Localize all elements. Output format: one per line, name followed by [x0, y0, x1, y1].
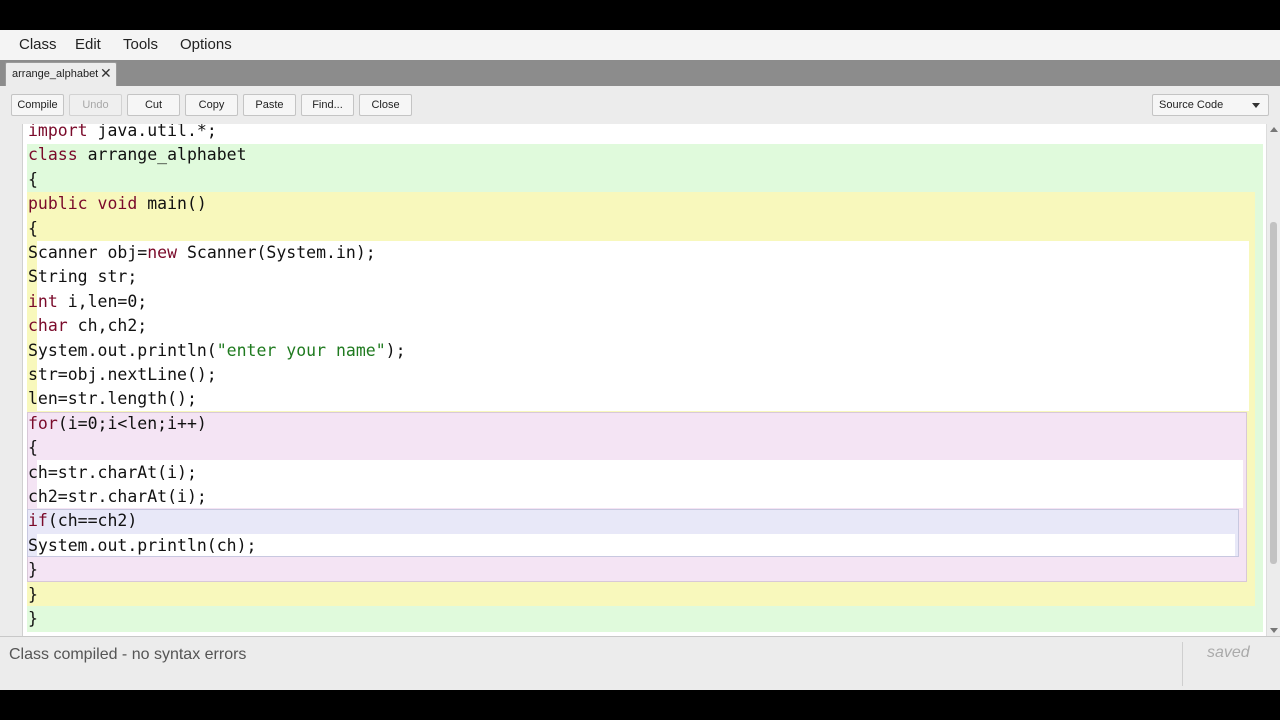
vertical-scrollbar[interactable]: [1266, 124, 1280, 636]
keyword-token: if: [28, 511, 48, 531]
code-token: System.out.println(: [28, 340, 217, 360]
find-button[interactable]: Find...: [301, 94, 354, 116]
code-token: java.util.*;: [87, 124, 217, 140]
keyword-token: for: [28, 413, 58, 433]
cut-button[interactable]: Cut: [127, 94, 180, 116]
code-line[interactable]: import java.util.*;: [28, 124, 217, 143]
code-line[interactable]: System.out.println("enter your name");: [28, 339, 406, 363]
keyword-token: public: [28, 194, 88, 214]
code-line[interactable]: {: [28, 436, 38, 460]
scroll-up-icon[interactable]: [1270, 127, 1278, 132]
code-line[interactable]: char ch,ch2;: [28, 314, 147, 338]
toolbar: Compile Undo Cut Copy Paste Find... Clos…: [0, 86, 1280, 124]
code-line[interactable]: if(ch==ch2): [28, 509, 137, 533]
code-token: str=obj.nextLine();: [28, 365, 217, 384]
code-token: }: [28, 560, 38, 580]
tab-label: arrange_alphabet: [12, 68, 99, 80]
code-line[interactable]: len=str.length();: [28, 387, 197, 411]
keyword-token: import: [28, 124, 88, 140]
code-token: i,len=0;: [57, 291, 148, 311]
scroll-down-icon[interactable]: [1270, 628, 1278, 633]
code-line[interactable]: String str;: [28, 265, 137, 289]
close-button[interactable]: Close: [359, 94, 412, 116]
chevron-down-icon: [1252, 103, 1260, 108]
paste-button[interactable]: Paste: [243, 94, 296, 116]
method-body: [37, 241, 1249, 411]
status-divider: [1182, 642, 1183, 686]
keyword-token: void: [97, 194, 138, 214]
code-token: (i=0;i<len;i++): [57, 413, 207, 433]
saved-indicator: saved: [1207, 644, 1250, 661]
compile-status-message: Class compiled - no syntax errors: [9, 646, 247, 663]
code-token: len=str.length();: [28, 389, 197, 409]
code-line[interactable]: public void main(): [28, 192, 207, 216]
keyword-token: int: [28, 291, 58, 311]
code-token: {: [28, 169, 38, 189]
code-line[interactable]: {: [28, 168, 38, 192]
code-token: arrange_alphabet: [77, 145, 247, 165]
menu-tools[interactable]: Tools: [123, 36, 158, 53]
close-icon[interactable]: ✕: [100, 65, 112, 82]
code-line[interactable]: {: [28, 217, 38, 241]
tab-arrange-alphabet[interactable]: arrange_alphabet ✕: [5, 62, 117, 86]
code-line[interactable]: }: [28, 607, 38, 631]
code-token: }: [28, 609, 38, 628]
tab-strip: arrange_alphabet ✕: [0, 60, 1280, 86]
string-token: "enter your name": [216, 340, 386, 360]
code-token: System.out.println(ch);: [28, 535, 257, 555]
code-line[interactable]: ch=str.charAt(i);: [28, 461, 197, 485]
undo-button[interactable]: Undo: [69, 94, 122, 116]
code-line[interactable]: System.out.println(ch);: [28, 534, 256, 558]
code-token: main(): [137, 194, 207, 214]
compile-button[interactable]: Compile: [11, 94, 64, 116]
code-token: );: [385, 340, 406, 360]
menu-class[interactable]: Class: [19, 36, 57, 53]
view-mode-label: Source Code: [1159, 99, 1224, 111]
copy-button[interactable]: Copy: [185, 94, 238, 116]
code-line[interactable]: class arrange_alphabet: [28, 143, 247, 167]
code-line[interactable]: ch2=str.charAt(i);: [28, 485, 207, 509]
code-token: ch2=str.charAt(i);: [28, 487, 207, 506]
code-token: String str;: [28, 267, 138, 287]
code-line[interactable]: }: [28, 583, 38, 607]
bluej-editor-window: Class Edit Tools Options arrange_alphabe…: [0, 30, 1280, 690]
code-line[interactable]: str=obj.nextLine();: [28, 363, 217, 387]
code-token: ch=str.charAt(i);: [28, 462, 197, 482]
code-token: Scanner(System.in);: [177, 243, 376, 262]
code-token: Scanner obj=: [28, 243, 148, 262]
code-line[interactable]: }: [28, 558, 38, 582]
status-bar: Class compiled - no syntax errors saved: [0, 636, 1280, 690]
code-line[interactable]: for(i=0;i<len;i++): [28, 412, 207, 436]
view-mode-select[interactable]: Source Code: [1152, 94, 1269, 116]
scroll-thumb[interactable]: [1270, 222, 1277, 564]
menu-bar: Class Edit Tools Options: [0, 30, 1280, 60]
menu-options[interactable]: Options: [180, 36, 232, 53]
code-token: }: [28, 584, 38, 604]
code-token: {: [28, 218, 38, 238]
keyword-token: class: [28, 145, 78, 165]
for-body: [37, 460, 1243, 508]
code-editor[interactable]: import java.util.*; class arrange_alphabe…: [22, 124, 1267, 636]
keyword-token: new: [147, 243, 178, 262]
code-token: (ch==ch2): [47, 511, 138, 531]
code-token: ch,ch2;: [67, 316, 148, 336]
menu-edit[interactable]: Edit: [75, 36, 101, 53]
code-line[interactable]: int i,len=0;: [28, 290, 147, 314]
code-token: {: [28, 438, 38, 458]
code-line[interactable]: Scanner obj=new Scanner(System.in);: [28, 241, 376, 265]
keyword-token: char: [28, 316, 68, 336]
